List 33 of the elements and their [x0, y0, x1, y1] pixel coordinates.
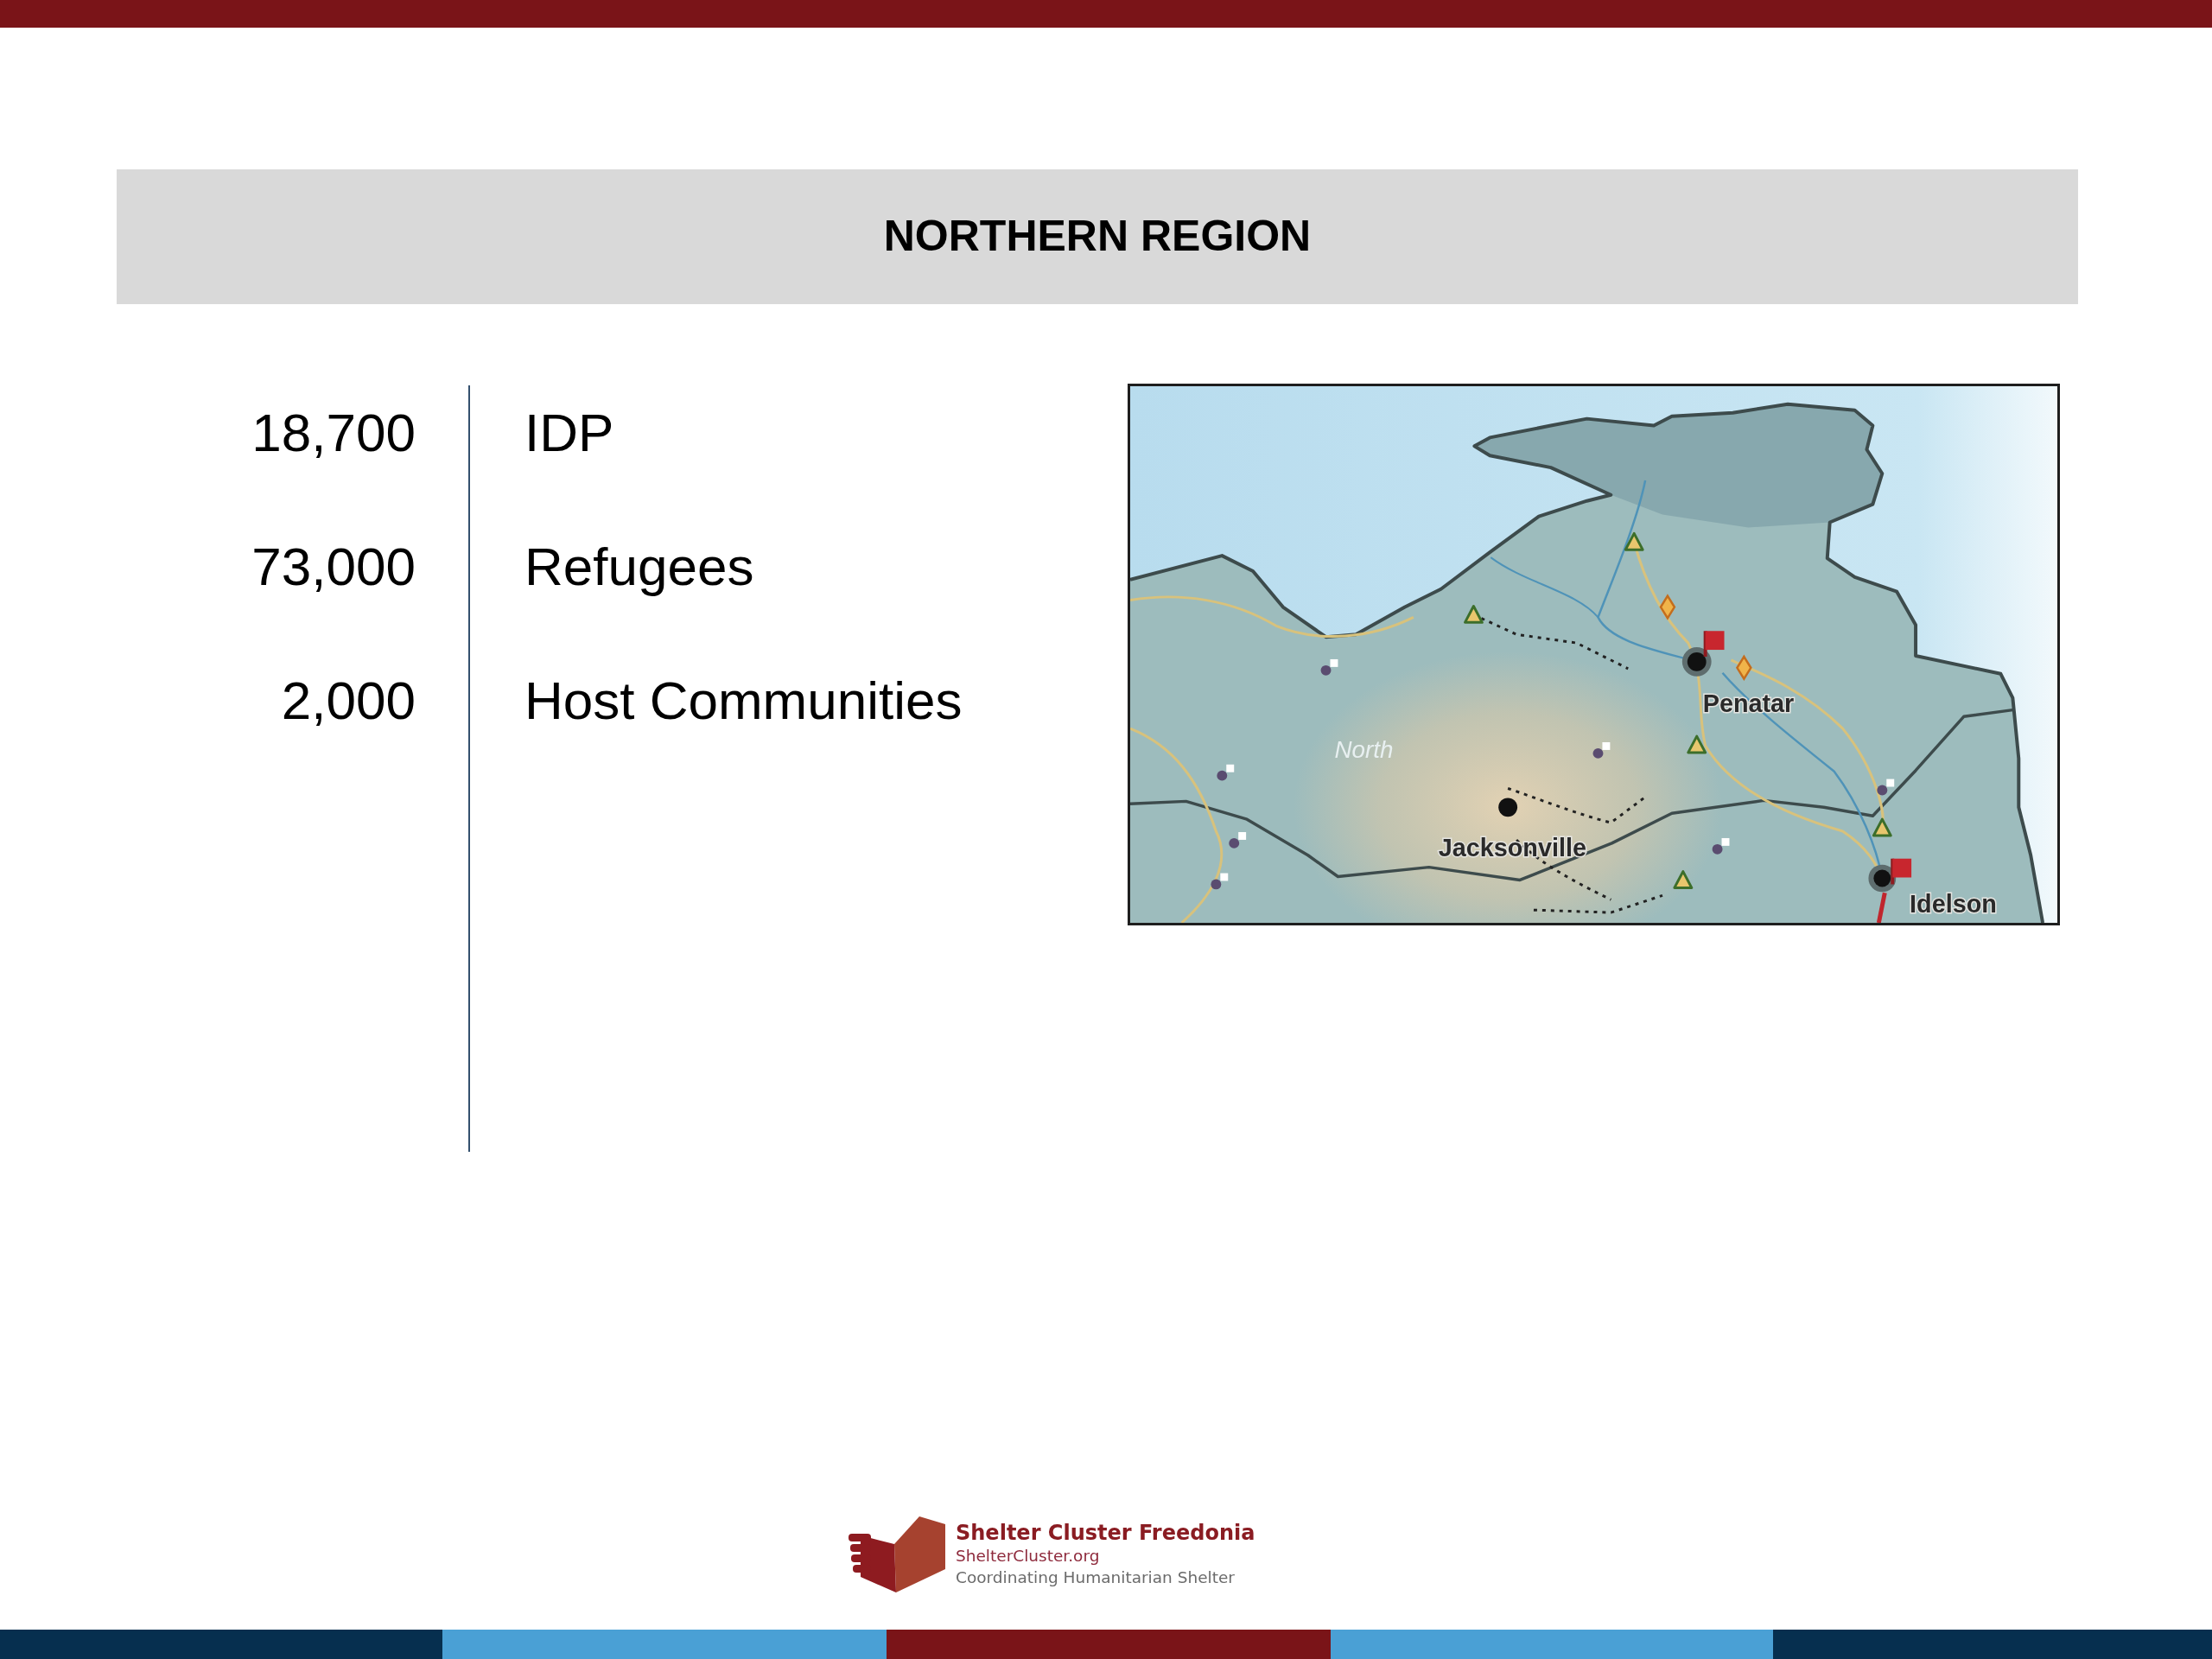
- logo-tagline: Coordinating Humanitarian Shelter: [956, 1567, 1236, 1588]
- stat-label: Host Communities: [524, 670, 963, 732]
- flag-icon: [1891, 858, 1912, 885]
- triangle-marker-icon: [1464, 605, 1484, 624]
- stat-value: 18,700: [251, 402, 416, 464]
- section-title: NORTHERN REGION: [883, 212, 1312, 262]
- dot-marker-icon: [1217, 764, 1235, 781]
- triangle-marker-icon: [1872, 817, 1892, 837]
- place-label: Penatar: [1702, 690, 1795, 718]
- stat-label: IDP: [524, 402, 614, 464]
- triangle-marker-icon: [1673, 870, 1694, 889]
- dot-marker-icon: [1592, 742, 1611, 759]
- dot-marker-icon: [1877, 779, 1895, 796]
- dot-marker-icon: [1712, 837, 1730, 855]
- city-marker-icon: [1681, 647, 1712, 677]
- stat-value: 2,000: [281, 670, 416, 732]
- triangle-marker-icon: [1624, 531, 1644, 551]
- place-label: Idelson: [1910, 890, 1997, 918]
- city-marker-icon: [1498, 798, 1518, 817]
- place-label: Jacksonville: [1438, 833, 1586, 861]
- logo-title: Shelter Cluster Freedonia: [956, 1520, 1255, 1545]
- region-label: North: [1334, 735, 1394, 763]
- logo-icon: [849, 1516, 945, 1592]
- flag-icon: [1703, 631, 1725, 657]
- stat-value: 73,000: [251, 536, 416, 598]
- diamond-marker-icon: [1659, 594, 1676, 620]
- diamond-marker-icon: [1735, 654, 1752, 682]
- logo-website: ShelterCluster.org: [956, 1545, 1101, 1567]
- dot-marker-icon: [1211, 873, 1229, 890]
- dot-marker-icon: [1320, 658, 1338, 676]
- triangle-marker-icon: [1687, 734, 1707, 754]
- dot-marker-icon: [1229, 832, 1247, 849]
- stat-label: Refugees: [524, 536, 754, 598]
